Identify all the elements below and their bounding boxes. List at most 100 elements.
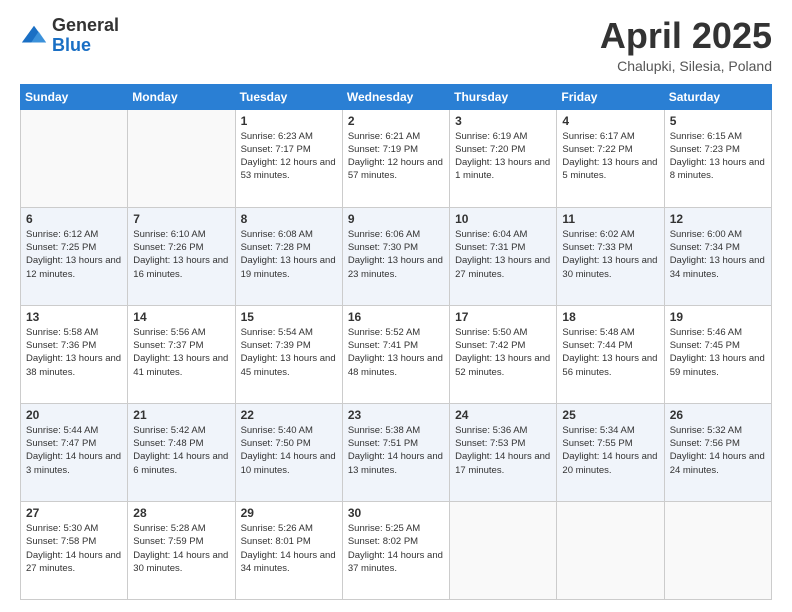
- logo-general-text: General: [52, 15, 119, 35]
- day-number: 15: [241, 310, 337, 324]
- table-row: 7 Sunrise: 6:10 AM Sunset: 7:26 PM Daylig…: [128, 207, 235, 305]
- day-number: 19: [670, 310, 766, 324]
- col-monday: Monday: [128, 84, 235, 109]
- table-row: 5 Sunrise: 6:15 AM Sunset: 7:23 PM Daylig…: [664, 109, 771, 207]
- day-info: Sunrise: 6:00 AM Sunset: 7:34 PM Dayligh…: [670, 228, 766, 281]
- day-number: 22: [241, 408, 337, 422]
- col-saturday: Saturday: [664, 84, 771, 109]
- month-title: April 2025: [600, 16, 772, 56]
- table-row: 26 Sunrise: 5:32 AM Sunset: 7:56 PM Dayli…: [664, 403, 771, 501]
- header-row: Sunday Monday Tuesday Wednesday Thursday…: [21, 84, 772, 109]
- table-row: 17Sunrise: 5:50 AM Sunset: 7:42 PM Dayli…: [450, 305, 557, 403]
- logo-icon: [20, 22, 48, 50]
- day-number: 1: [241, 114, 337, 128]
- page: General Blue April 2025 Chalupki, Silesi…: [0, 0, 792, 612]
- table-row: 2Sunrise: 6:21 AM Sunset: 7:19 PM Daylig…: [342, 109, 449, 207]
- day-number: 7: [133, 212, 229, 226]
- calendar-week-row: 1 Sunrise: 6:23 AM Sunset: 7:17 PM Daylig…: [21, 109, 772, 207]
- table-row: 18 Sunrise: 5:48 AM Sunset: 7:44 PM Dayli…: [557, 305, 664, 403]
- day-info: Sunrise: 5:44 AM Sunset: 7:47 PM Dayligh…: [26, 424, 122, 477]
- day-number: 3: [455, 114, 551, 128]
- table-row: 21 Sunrise: 5:42 AM Sunset: 7:48 PM Dayli…: [128, 403, 235, 501]
- day-number: 13: [26, 310, 122, 324]
- logo: General Blue: [20, 16, 119, 56]
- day-info: Sunrise: 6:23 AM Sunset: 7:17 PM Dayligh…: [241, 130, 337, 183]
- day-info: Sunrise: 5:52 AM Sunset: 7:41 PM Dayligh…: [348, 326, 444, 379]
- table-row: 6Sunrise: 6:12 AM Sunset: 7:25 PM Daylig…: [21, 207, 128, 305]
- day-info: Sunrise: 5:42 AM Sunset: 7:48 PM Dayligh…: [133, 424, 229, 477]
- day-info: Sunrise: 5:34 AM Sunset: 7:55 PM Dayligh…: [562, 424, 658, 477]
- table-row: 11 Sunrise: 6:02 AM Sunset: 7:33 PM Dayli…: [557, 207, 664, 305]
- table-row: 3 Sunrise: 6:19 AM Sunset: 7:20 PM Daylig…: [450, 109, 557, 207]
- logo-text: General Blue: [52, 16, 119, 56]
- day-number: 9: [348, 212, 444, 226]
- day-info: Sunrise: 5:32 AM Sunset: 7:56 PM Dayligh…: [670, 424, 766, 477]
- day-number: 5: [670, 114, 766, 128]
- day-info: Sunrise: 6:02 AM Sunset: 7:33 PM Dayligh…: [562, 228, 658, 281]
- day-number: 18: [562, 310, 658, 324]
- table-row: 23 Sunrise: 5:38 AM Sunset: 7:51 PM Dayli…: [342, 403, 449, 501]
- title-block: April 2025 Chalupki, Silesia, Poland: [600, 16, 772, 74]
- location: Chalupki, Silesia, Poland: [600, 58, 772, 74]
- day-number: 25: [562, 408, 658, 422]
- table-row: 29 Sunrise: 5:26 AM Sunset: 8:01 PM Dayli…: [235, 501, 342, 599]
- table-row: [664, 501, 771, 599]
- col-friday: Friday: [557, 84, 664, 109]
- day-number: 4: [562, 114, 658, 128]
- day-info: Sunrise: 6:04 AM Sunset: 7:31 PM Dayligh…: [455, 228, 551, 281]
- day-number: 10: [455, 212, 551, 226]
- table-row: [450, 501, 557, 599]
- header: General Blue April 2025 Chalupki, Silesi…: [20, 16, 772, 74]
- table-row: 14Sunrise: 5:56 AM Sunset: 7:37 PM Dayli…: [128, 305, 235, 403]
- table-row: 28Sunrise: 5:28 AM Sunset: 7:59 PM Dayli…: [128, 501, 235, 599]
- table-row: 12Sunrise: 6:00 AM Sunset: 7:34 PM Dayli…: [664, 207, 771, 305]
- day-info: Sunrise: 5:38 AM Sunset: 7:51 PM Dayligh…: [348, 424, 444, 477]
- day-info: Sunrise: 5:28 AM Sunset: 7:59 PM Dayligh…: [133, 522, 229, 575]
- col-wednesday: Wednesday: [342, 84, 449, 109]
- day-info: Sunrise: 5:36 AM Sunset: 7:53 PM Dayligh…: [455, 424, 551, 477]
- calendar-week-row: 13 Sunrise: 5:58 AM Sunset: 7:36 PM Dayli…: [21, 305, 772, 403]
- table-row: 4Sunrise: 6:17 AM Sunset: 7:22 PM Daylig…: [557, 109, 664, 207]
- col-thursday: Thursday: [450, 84, 557, 109]
- day-info: Sunrise: 6:15 AM Sunset: 7:23 PM Dayligh…: [670, 130, 766, 183]
- table-row: 30Sunrise: 5:25 AM Sunset: 8:02 PM Dayli…: [342, 501, 449, 599]
- day-number: 14: [133, 310, 229, 324]
- table-row: 27Sunrise: 5:30 AM Sunset: 7:58 PM Dayli…: [21, 501, 128, 599]
- day-info: Sunrise: 5:58 AM Sunset: 7:36 PM Dayligh…: [26, 326, 122, 379]
- day-info: Sunrise: 5:46 AM Sunset: 7:45 PM Dayligh…: [670, 326, 766, 379]
- day-number: 23: [348, 408, 444, 422]
- calendar-week-row: 20Sunrise: 5:44 AM Sunset: 7:47 PM Dayli…: [21, 403, 772, 501]
- day-info: Sunrise: 6:19 AM Sunset: 7:20 PM Dayligh…: [455, 130, 551, 183]
- day-info: Sunrise: 6:06 AM Sunset: 7:30 PM Dayligh…: [348, 228, 444, 281]
- table-row: 15 Sunrise: 5:54 AM Sunset: 7:39 PM Dayli…: [235, 305, 342, 403]
- table-row: 25 Sunrise: 5:34 AM Sunset: 7:55 PM Dayli…: [557, 403, 664, 501]
- table-row: 1 Sunrise: 6:23 AM Sunset: 7:17 PM Daylig…: [235, 109, 342, 207]
- table-row: [128, 109, 235, 207]
- logo-blue-text: Blue: [52, 35, 91, 55]
- day-info: Sunrise: 5:26 AM Sunset: 8:01 PM Dayligh…: [241, 522, 337, 575]
- table-row: [557, 501, 664, 599]
- table-row: 22Sunrise: 5:40 AM Sunset: 7:50 PM Dayli…: [235, 403, 342, 501]
- day-number: 26: [670, 408, 766, 422]
- col-sunday: Sunday: [21, 84, 128, 109]
- calendar-table: Sunday Monday Tuesday Wednesday Thursday…: [20, 84, 772, 600]
- table-row: 20Sunrise: 5:44 AM Sunset: 7:47 PM Dayli…: [21, 403, 128, 501]
- day-info: Sunrise: 6:12 AM Sunset: 7:25 PM Dayligh…: [26, 228, 122, 281]
- table-row: 10 Sunrise: 6:04 AM Sunset: 7:31 PM Dayli…: [450, 207, 557, 305]
- day-number: 8: [241, 212, 337, 226]
- table-row: [21, 109, 128, 207]
- day-number: 16: [348, 310, 444, 324]
- day-number: 30: [348, 506, 444, 520]
- day-number: 21: [133, 408, 229, 422]
- day-info: Sunrise: 5:54 AM Sunset: 7:39 PM Dayligh…: [241, 326, 337, 379]
- day-number: 29: [241, 506, 337, 520]
- day-info: Sunrise: 5:30 AM Sunset: 7:58 PM Dayligh…: [26, 522, 122, 575]
- day-info: Sunrise: 5:48 AM Sunset: 7:44 PM Dayligh…: [562, 326, 658, 379]
- day-number: 2: [348, 114, 444, 128]
- col-tuesday: Tuesday: [235, 84, 342, 109]
- day-number: 24: [455, 408, 551, 422]
- day-info: Sunrise: 6:10 AM Sunset: 7:26 PM Dayligh…: [133, 228, 229, 281]
- table-row: 16 Sunrise: 5:52 AM Sunset: 7:41 PM Dayli…: [342, 305, 449, 403]
- table-row: 24 Sunrise: 5:36 AM Sunset: 7:53 PM Dayli…: [450, 403, 557, 501]
- day-number: 11: [562, 212, 658, 226]
